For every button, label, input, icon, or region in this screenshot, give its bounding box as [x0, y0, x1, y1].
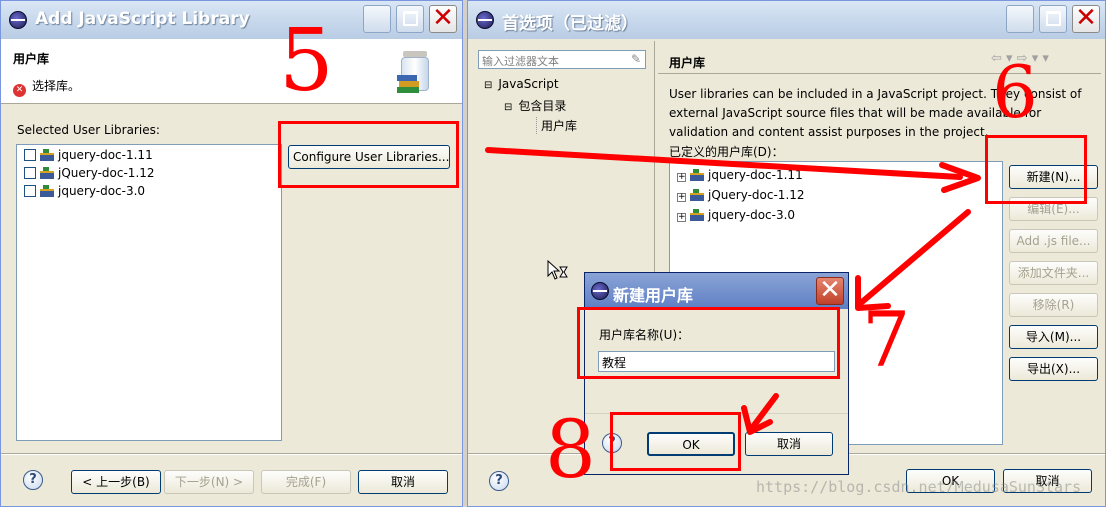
step-6-annotation: 6: [992, 50, 1038, 134]
watermark: https://blog.csdn.net/MedusaSunStars: [756, 478, 1082, 496]
step-8-annotation: 8: [545, 403, 596, 496]
step-5-annotation: 5: [279, 11, 334, 111]
step-7-annotation: 7: [862, 295, 911, 384]
